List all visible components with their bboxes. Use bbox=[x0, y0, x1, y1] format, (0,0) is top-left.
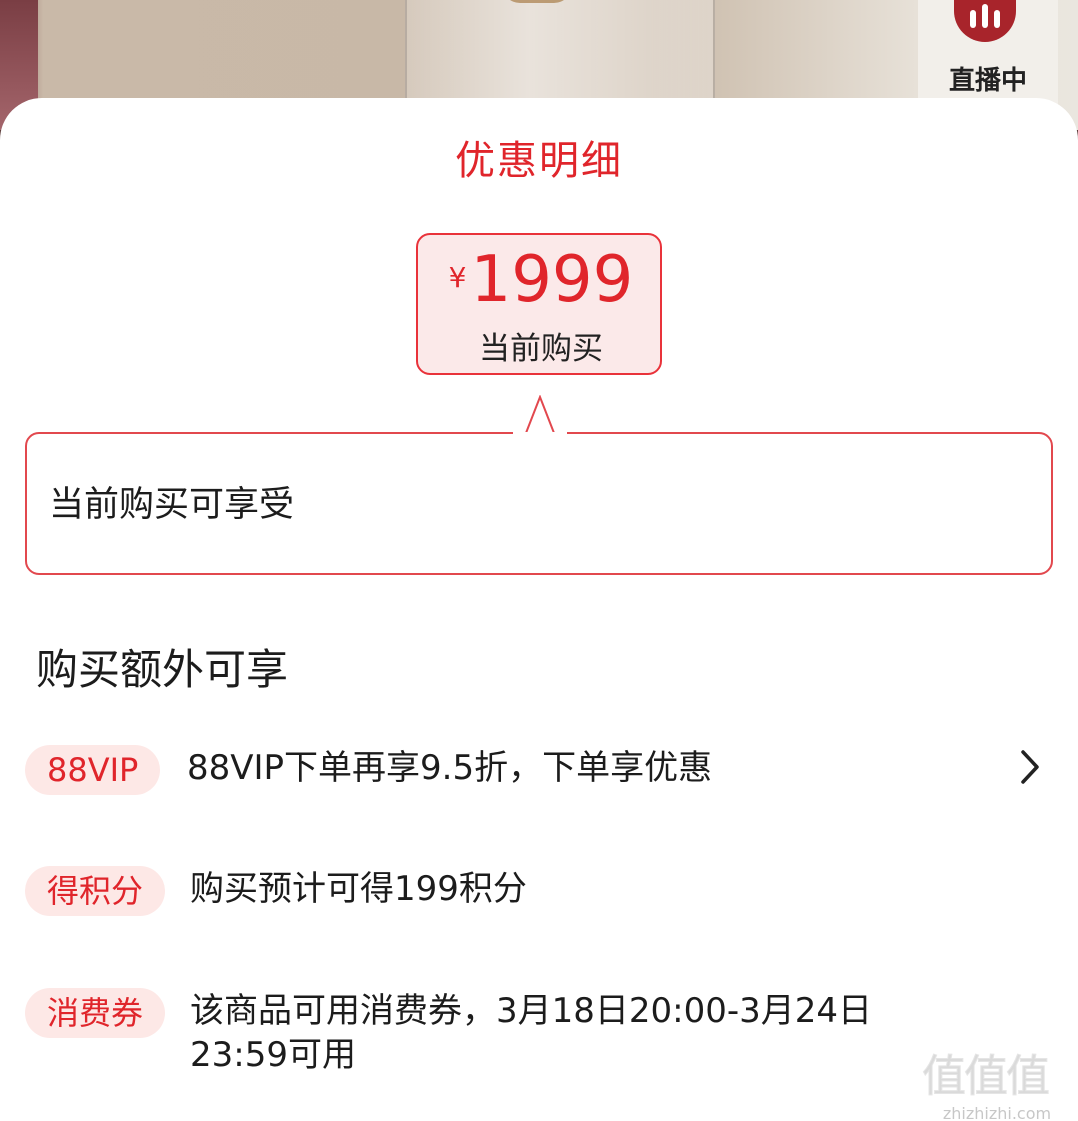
tag-88vip: 88VIP bbox=[25, 745, 161, 795]
price-label: 当前购买 bbox=[479, 331, 603, 367]
benefit-row-points: 得积分 购买预计可得199积分 bbox=[25, 866, 1055, 918]
watermark-logo: 值值值 bbox=[922, 1051, 1051, 1103]
watermark-url: zhizhizhi.com bbox=[942, 1104, 1052, 1121]
current-benefit-box: 当前购买可享受 bbox=[25, 432, 1053, 575]
current-price-card: ¥1999 当前购买 bbox=[416, 233, 662, 375]
live-label: 直播中 bbox=[948, 66, 1027, 96]
discount-details-sheet: 优惠明细 ¥1999 当前购买 当前购买可享受 购买额外可享 88VIP 88V… bbox=[0, 98, 1078, 1121]
sheet-title: 优惠明细 bbox=[455, 138, 623, 184]
benefit-row-coupon: 消费券 该商品可用消费券，3月18日20:00-3月24日 23:59可用 bbox=[25, 988, 1055, 1088]
chevron-right-icon[interactable] bbox=[1015, 747, 1045, 787]
price-value: ¥1999 bbox=[418, 243, 664, 317]
tag-points: 得积分 bbox=[25, 866, 166, 916]
watermark: 值值值 zhizhizhi.com bbox=[922, 1040, 1072, 1121]
benefit-text-88vip: 88VIP下单再享9.5折，下单享优惠 bbox=[187, 748, 713, 788]
extra-benefits-title: 购买额外可享 bbox=[36, 645, 289, 694]
benefit-row-88vip[interactable]: 88VIP 88VIP下单再享9.5折，下单享优惠 bbox=[25, 745, 1055, 797]
live-stream-icon bbox=[954, 0, 1016, 42]
callout-pointer bbox=[510, 395, 570, 435]
benefit-text-coupon-line2: 23:59可用 bbox=[190, 1035, 356, 1075]
bottle-cap bbox=[502, 0, 572, 3]
current-benefit-text: 当前购买可享受 bbox=[49, 485, 295, 525]
currency-symbol: ¥ bbox=[448, 261, 467, 294]
tag-coupon: 消费券 bbox=[25, 988, 166, 1038]
benefit-text-points: 购买预计可得199积分 bbox=[190, 869, 527, 909]
benefit-text-coupon-line1: 该商品可用消费券，3月18日20:00-3月24日 bbox=[190, 991, 873, 1031]
price-amount: 1999 bbox=[470, 243, 634, 317]
